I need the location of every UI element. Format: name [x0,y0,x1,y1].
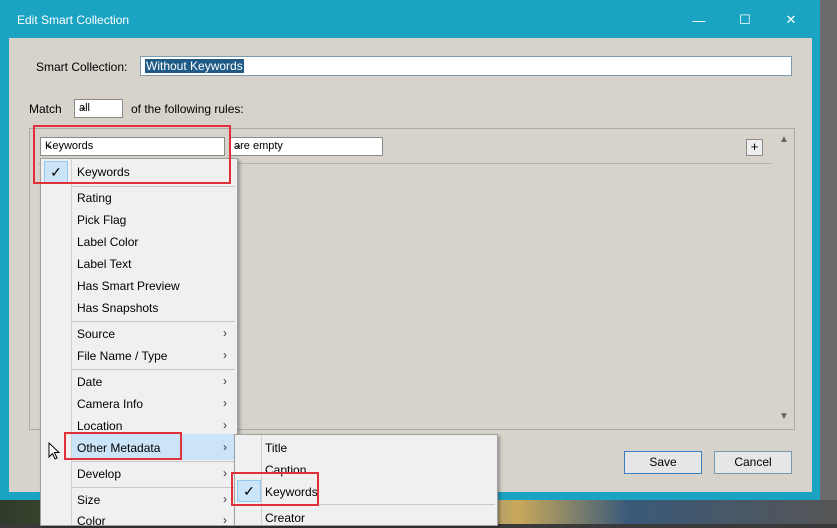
submenu-arrow-icon: › [223,418,227,432]
minimize-button[interactable]: — [676,7,722,33]
maximize-button[interactable]: ☐ [722,7,768,33]
menu-separator [72,461,235,462]
submenu-arrow-icon: › [223,374,227,388]
field-dropdown-menu: ✓ Keywords Rating Pick Flag Label Color … [40,158,238,528]
background-photo [820,0,837,524]
collection-name-input[interactable]: Without Keywords [140,56,792,76]
rules-scrollbar[interactable]: ▲ ▼ [776,131,792,427]
add-rule-button[interactable]: + [746,139,763,156]
submenu-arrow-icon: › [223,466,227,480]
menu-item-date[interactable]: Date [77,375,102,389]
annotation-box [231,472,319,506]
menu-separator [72,369,235,370]
submenu-arrow-icon: › [223,492,227,506]
match-suffix: of the following rules: [131,102,244,116]
window-title: Edit Smart Collection [17,13,130,27]
rule-operator-select[interactable]: are empty ⌄ [229,137,383,156]
annotation-box [33,125,231,184]
cancel-button[interactable]: Cancel [714,451,792,474]
menu-separator [72,186,235,187]
menu-item-camera-info[interactable]: Camera Info [77,397,143,411]
menu-separator [72,487,235,488]
mouse-pointer-icon [48,442,61,460]
menu-item-size[interactable]: Size [77,493,100,507]
chevron-down-icon: ⌄ [234,140,243,151]
scroll-up-icon[interactable]: ▲ [776,134,792,148]
submenu-arrow-icon: › [223,396,227,410]
annotation-box [64,432,182,460]
menu-item-develop[interactable]: Develop [77,467,121,481]
menu-item-file-name-type[interactable]: File Name / Type [77,349,167,363]
match-label: Match [29,102,62,116]
menu-item-rating[interactable]: Rating [77,191,112,205]
menu-item-pick-flag[interactable]: Pick Flag [77,213,126,227]
scroll-down-icon[interactable]: ▼ [776,411,792,425]
submenu-arrow-icon: › [223,440,227,454]
menu-item-label-color[interactable]: Label Color [77,235,138,249]
submenu-item-creator[interactable]: Creator [265,511,305,525]
chevron-down-icon: ⌄ [79,102,88,113]
menu-item-source[interactable]: Source [77,327,115,341]
menu-gutter [41,159,72,525]
menu-item-has-snapshots[interactable]: Has Snapshots [77,301,158,315]
menu-item-location[interactable]: Location [77,419,122,433]
title-bar[interactable]: Edit Smart Collection — ☐ ✕ [0,0,820,38]
menu-separator [72,321,235,322]
save-button[interactable]: Save [624,451,702,474]
collection-name-value: Without Keywords [145,59,244,73]
menu-item-color[interactable]: Color [77,514,106,528]
close-button[interactable]: ✕ [768,7,814,33]
submenu-arrow-icon: › [223,348,227,362]
submenu-arrow-icon: › [223,326,227,340]
match-select[interactable]: all ⌄ [74,99,123,118]
submenu-arrow-icon: › [223,513,227,527]
menu-item-label-text[interactable]: Label Text [77,257,132,271]
menu-item-has-smart-preview[interactable]: Has Smart Preview [77,279,180,293]
submenu-item-title[interactable]: Title [265,441,287,455]
smart-collection-label: Smart Collection: [36,60,128,74]
